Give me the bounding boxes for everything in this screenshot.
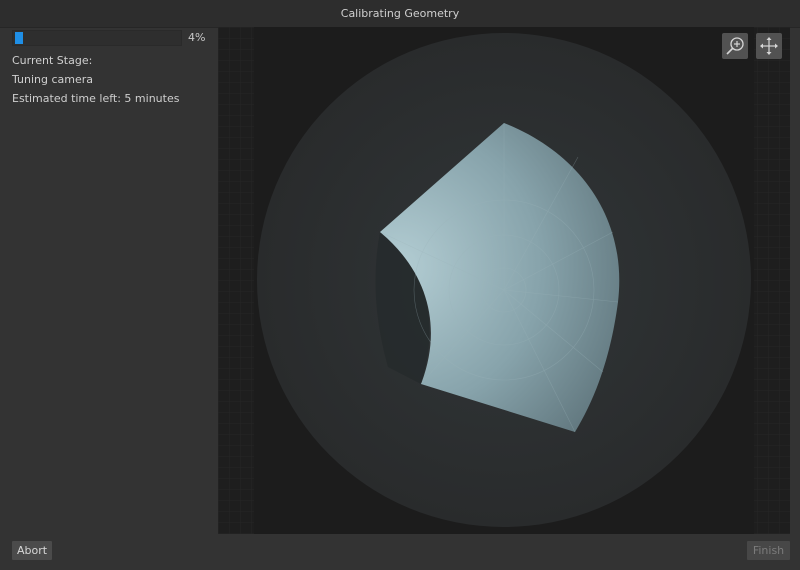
calibration-preview <box>218 27 790 534</box>
current-stage-label: Current Stage: <box>12 54 93 67</box>
grid-right <box>754 27 790 534</box>
progress-percent: 4% <box>188 31 206 44</box>
grid-left <box>218 27 254 534</box>
progress-bar <box>12 30 182 46</box>
finish-button[interactable]: Finish <box>747 541 790 560</box>
abort-button[interactable]: Abort <box>12 541 52 560</box>
move-icon <box>760 37 778 55</box>
estimated-time-left: Estimated time left: 5 minutes <box>12 92 180 105</box>
pan-button[interactable] <box>756 33 782 59</box>
current-stage-value: Tuning camera <box>12 73 94 86</box>
preview-viewport[interactable] <box>218 27 790 534</box>
window-title: Calibrating Geometry <box>0 0 800 28</box>
progress-track <box>12 30 182 46</box>
zoom-in-icon <box>726 37 744 55</box>
zoom-button[interactable] <box>722 33 748 59</box>
progress-fill <box>15 32 23 44</box>
